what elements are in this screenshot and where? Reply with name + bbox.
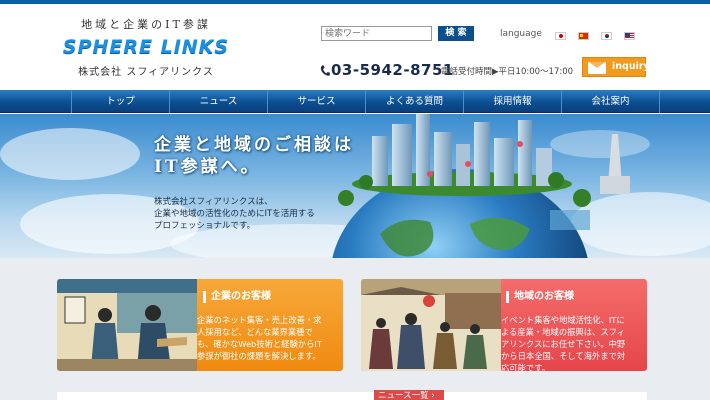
- news-panel: [57, 392, 647, 400]
- corporate-card-line: も、確かなWeb技術と経験からIT: [197, 339, 322, 349]
- phone-icon: [320, 65, 330, 76]
- regional-card-line: アリンクスにお任せ下さい。中野: [501, 339, 626, 349]
- regional-card-line: から日本全国、そして海外まで対: [501, 351, 626, 361]
- ukiyoe-street-illustration: [361, 279, 501, 371]
- regional-card-line: 応可能です。: [501, 363, 550, 371]
- regional-card-description: イベント集客や地域活性化、ITに よる産業・地域の振興は、スフィ アリンクスにお…: [501, 314, 641, 371]
- corporate-card-title: 企業のお客様: [203, 291, 271, 303]
- hero-headline-line2: IT参謀へ。: [154, 157, 261, 177]
- corporate-customers-card[interactable]: 企業のお客様 企業のネット集客・売上改善・求 人採用など、どんな業界業種で も、…: [57, 279, 343, 371]
- hero-banner: 企業と地域のご相談は IT参謀へ。 株式会社スフィアリンクスは、 企業や地域の活…: [0, 114, 710, 258]
- nav-item-services[interactable]: サービス: [267, 90, 365, 113]
- nav-item-news[interactable]: ニュース: [169, 90, 267, 113]
- corporate-card-line: 企業のネット集客・売上改善・求: [197, 315, 322, 325]
- hero-body-line3: プロフェッショナルです。: [154, 221, 256, 231]
- logo-brand: SPHERE LINKS: [62, 36, 230, 58]
- china-flag-icon[interactable]: [578, 32, 589, 40]
- regional-customers-card[interactable]: 地域のお客様 イベント集客や地域活性化、ITに よる産業・地域の振興は、スフィ …: [361, 279, 647, 371]
- hero-body-line1: 株式会社スフィアリンクスは、: [154, 197, 273, 207]
- inquiry-button[interactable]: inquiry: [582, 57, 650, 77]
- news-list-button[interactable]: ニュース一覧 ›: [374, 390, 444, 400]
- hero-headline: 企業と地域のご相談は IT参謀へ。: [154, 134, 354, 178]
- main-nav: トップ ニュース サービス よくある質問 採用情報 会社案内: [0, 90, 710, 113]
- search-input[interactable]: [321, 26, 432, 41]
- regional-card-line: イベント集客や地域活性化、ITに: [501, 315, 625, 325]
- hero-headline-line1: 企業と地域のご相談は: [154, 135, 354, 155]
- search-button[interactable]: 検 索: [438, 26, 474, 41]
- hero-globe-city-illustration: [0, 114, 710, 258]
- nav-item-top[interactable]: トップ: [71, 90, 169, 113]
- customer-section: 企業のお客様 企業のネット集客・売上改善・求 人採用など、どんな業界業種で も、…: [0, 258, 710, 400]
- japan-flag-icon[interactable]: [555, 32, 566, 40]
- regional-card-line: よる産業・地域の振興は、スフィ: [501, 327, 626, 337]
- nav-item-recruit[interactable]: 採用情報: [463, 90, 561, 113]
- mail-icon: [588, 62, 606, 74]
- phone-number[interactable]: 03-5942-8751: [331, 61, 454, 79]
- ukiyoe-merchants-illustration: [57, 279, 197, 371]
- logo-tagline: 地域と企業のIT参謀: [81, 18, 211, 31]
- phone-hours: 電話受付時間▶平日10:00～17:00: [441, 67, 574, 77]
- corporate-card-line: 人採用など、どんな業界業種で: [197, 327, 313, 337]
- site-header: 地域と企業のIT参謀 SPHERE LINKS 株式会社 スフィアリンクス 検 …: [0, 4, 710, 90]
- logo-company-name: 株式会社 スフィアリンクス: [78, 67, 214, 78]
- language-label: language: [500, 29, 542, 39]
- korea-flag-icon[interactable]: [601, 32, 612, 40]
- inquiry-label: inquiry: [612, 61, 650, 72]
- hero-body-line2: 企業や地域の活性化のためにITを活用する: [154, 209, 315, 219]
- corporate-card-description: 企業のネット集客・売上改善・求 人採用など、どんな業界業種で も、確かなWeb技…: [197, 314, 337, 362]
- logo[interactable]: 地域と企業のIT参謀 SPHERE LINKS 株式会社 スフィアリンクス: [56, 16, 236, 78]
- hero-description: 株式会社スフィアリンクスは、 企業や地域の活性化のためにITを活用する プロフェ…: [154, 196, 374, 232]
- usa-flag-icon[interactable]: [624, 32, 635, 40]
- nav-item-faq[interactable]: よくある質問: [365, 90, 463, 113]
- nav-item-company[interactable]: 会社案内: [561, 90, 660, 113]
- corporate-card-line: 参謀が御社の課題を解決します。: [197, 351, 321, 361]
- regional-card-title: 地域のお客様: [506, 291, 574, 303]
